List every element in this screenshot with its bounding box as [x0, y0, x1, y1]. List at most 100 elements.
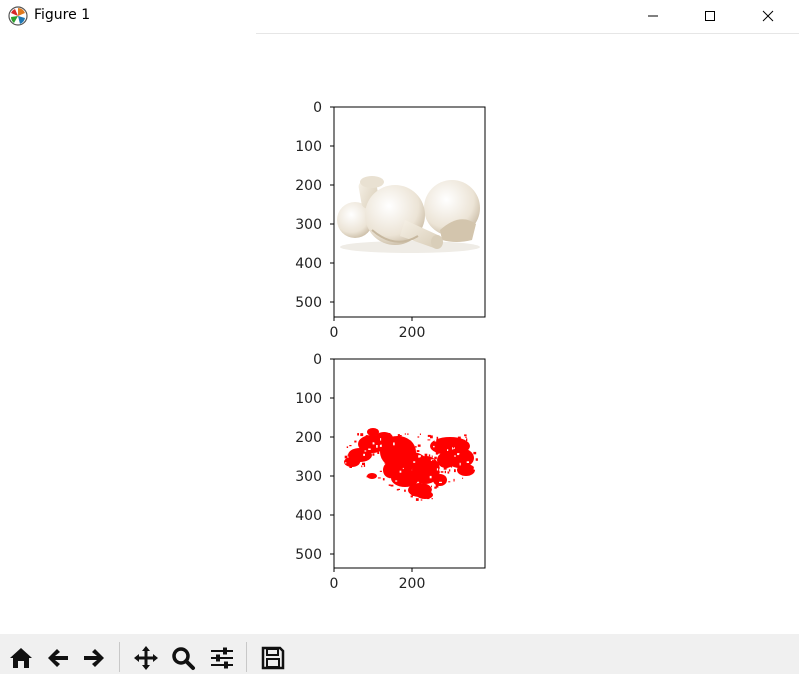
mask-pixel [370, 429, 372, 433]
mask-pixel [431, 455, 433, 458]
mask-pixel [393, 464, 396, 467]
top-ytick-500: 500 [295, 295, 322, 311]
mask-pixel [432, 462, 435, 465]
bottom-ytick-100: 100 [295, 391, 322, 407]
top-y-axis: 0 100 200 300 400 500 [295, 100, 334, 311]
mask-pixel [409, 481, 413, 483]
mask-pixel [407, 453, 409, 456]
mask-pixel [420, 499, 423, 501]
window-title: Figure 1 [34, 7, 91, 23]
mask-pixel [397, 450, 399, 453]
mask-pixel [360, 453, 363, 457]
mask-pixel [454, 450, 457, 452]
mask-pixel [447, 449, 449, 451]
mask-pixel [455, 461, 457, 463]
top-ytick-400: 400 [295, 256, 322, 272]
mask-pixel [352, 454, 355, 456]
mask-pixel [459, 461, 462, 463]
mask-pixel [410, 495, 413, 498]
mask-pixel [388, 484, 391, 486]
matplotlib-logo-icon [8, 6, 28, 26]
mask-pixel [402, 446, 405, 448]
maximize-icon [705, 11, 715, 21]
toolbar-separator [246, 642, 247, 672]
mask-pixel [378, 442, 381, 445]
save-button[interactable] [257, 642, 289, 674]
mask-blob [433, 474, 447, 486]
mask-pixel [413, 461, 416, 463]
mask-pixel [425, 495, 428, 498]
mask-pixel [468, 455, 470, 458]
bottom-ytick-400: 400 [295, 508, 322, 524]
mask-pixel [399, 435, 402, 437]
home-icon [10, 648, 32, 668]
mask-pixel [411, 453, 414, 456]
mask-blob [417, 491, 433, 499]
mask-pixel [392, 436, 395, 438]
mask-pixel [379, 470, 382, 472]
mask-pixel [417, 436, 420, 438]
mask-pixel [434, 438, 437, 442]
home-button[interactable] [5, 642, 37, 674]
mask-pixel [399, 470, 402, 473]
mask-pixel [407, 433, 409, 435]
mask-pixel [420, 476, 422, 480]
maximize-button[interactable] [687, 0, 733, 32]
mask-pixel [409, 440, 412, 444]
back-button[interactable] [42, 642, 74, 674]
mask-pixel [458, 454, 461, 456]
mask-pixel [404, 475, 407, 479]
mask-pixel [417, 444, 421, 447]
minimize-button[interactable] [630, 0, 676, 32]
top-ytick-100: 100 [295, 139, 322, 155]
mask-pixel [467, 444, 470, 446]
mask-pixel [473, 467, 476, 470]
bottom-xtick-200: 200 [399, 576, 426, 592]
mask-pixel [454, 469, 456, 473]
mask-pixel [373, 436, 376, 439]
mask-pixel [344, 462, 347, 464]
pan-button[interactable] [130, 642, 162, 674]
mask-pixel [458, 455, 461, 459]
configure-subplots-button[interactable] [206, 642, 238, 674]
mask-pixel [347, 454, 350, 456]
mask-pixel [376, 437, 379, 440]
mask-pixel [453, 446, 455, 449]
mask-pixel [354, 440, 357, 443]
mask-pixel [475, 458, 478, 461]
mask-pixel [369, 479, 372, 482]
mask-pixel [344, 455, 348, 459]
toolbar-separator [119, 642, 120, 672]
mask-pixel [362, 445, 365, 447]
forward-arrow-icon [84, 649, 104, 667]
mask-pixel [440, 471, 444, 473]
zoom-button[interactable] [167, 642, 199, 674]
mask-pixel [372, 442, 375, 445]
close-button[interactable] [745, 0, 791, 32]
mask-pixel [429, 456, 431, 460]
mask-pixel [361, 465, 363, 468]
mask-pixel [377, 451, 380, 454]
mask-pixel [377, 477, 381, 479]
configure-subplots-icon [211, 647, 233, 669]
mask-pixel [349, 466, 352, 468]
mask-pixel [405, 452, 408, 454]
mask-pixel [377, 440, 380, 444]
forward-button[interactable] [78, 642, 110, 674]
mask-pixel [368, 448, 371, 450]
mask-pixel [383, 458, 386, 462]
mask-pixel [436, 439, 438, 442]
mask-pixel [364, 450, 367, 452]
mask-pixel [451, 475, 453, 477]
bottom-ytick-500: 500 [295, 547, 322, 563]
mask-pixel [456, 464, 459, 467]
mask-pixel [405, 471, 407, 475]
mask-pixel [363, 464, 366, 467]
mask-pixel [389, 456, 391, 459]
mask-pixel [432, 460, 435, 462]
bottom-y-axis: 0 100 200 300 400 500 [295, 352, 334, 563]
mask-pixel [397, 480, 400, 483]
figure-canvas[interactable]: 0 100 200 300 400 500 0 200 0 100 200 30… [0, 34, 799, 634]
mask-pixel [389, 442, 392, 445]
mask-pixel [410, 460, 412, 463]
